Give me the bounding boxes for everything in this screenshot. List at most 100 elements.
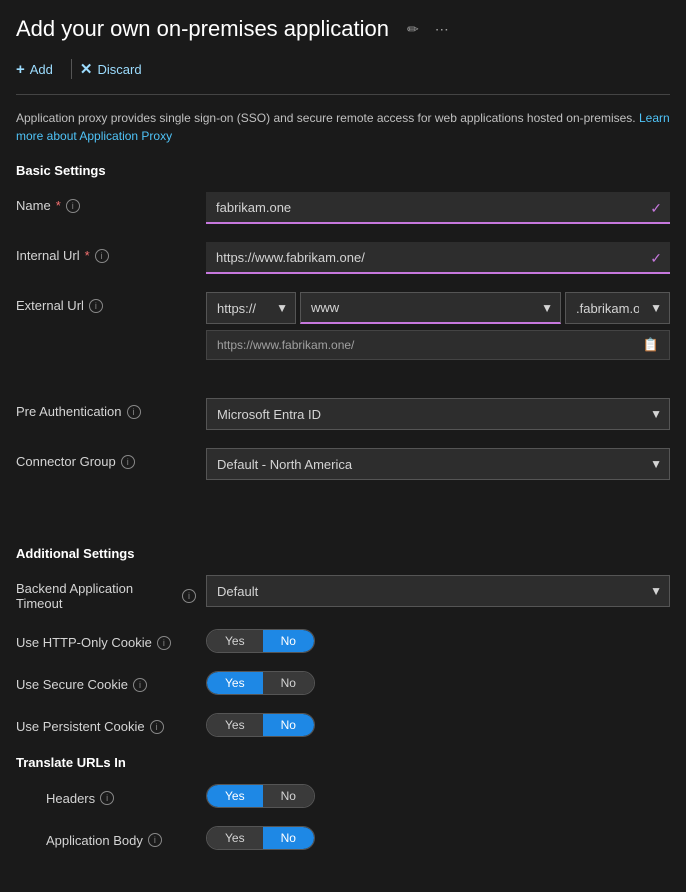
- http-only-yes-button[interactable]: Yes: [207, 630, 263, 652]
- discard-button[interactable]: ✕ Discard: [80, 56, 152, 82]
- body-row: Application Body i Yes No: [16, 826, 670, 850]
- body-yes-button[interactable]: Yes: [207, 827, 263, 849]
- backend-timeout-info-icon[interactable]: i: [182, 589, 196, 603]
- internal-url-info-icon[interactable]: i: [95, 249, 109, 263]
- body-toggle: Yes No: [206, 826, 315, 850]
- backend-timeout-select[interactable]: Default: [206, 575, 670, 607]
- internal-url-input-wrapper: ✓: [206, 242, 670, 274]
- headers-toggle: Yes No: [206, 784, 315, 808]
- http-only-toggle: Yes No: [206, 629, 315, 653]
- external-url-selects: https:// ▼ www ▼ .fabrikam.o... ▼: [206, 292, 670, 324]
- name-row: Name * i ✓: [16, 192, 670, 224]
- spacer-1: [16, 378, 670, 398]
- protocol-select-wrapper: https:// ▼: [206, 292, 296, 324]
- headers-yes-button[interactable]: Yes: [207, 785, 263, 807]
- basic-settings-title: Basic Settings: [16, 163, 670, 178]
- secure-cookie-control: Yes No: [206, 671, 670, 695]
- discard-label: Discard: [97, 62, 141, 77]
- connector-group-info-icon[interactable]: i: [121, 455, 135, 469]
- secure-cookie-yes-button[interactable]: Yes: [207, 672, 263, 694]
- additional-settings-title: Additional Settings: [16, 546, 670, 561]
- backend-timeout-control: Default ▼: [206, 575, 670, 607]
- persistent-cookie-toggle: Yes No: [206, 713, 315, 737]
- external-url-text: https://www.fabrikam.one/: [217, 338, 354, 352]
- headers-info-icon[interactable]: i: [100, 791, 114, 805]
- suffix-select-wrapper: .fabrikam.o... ▼: [565, 292, 670, 324]
- persistent-cookie-label: Use Persistent Cookie i: [16, 713, 196, 734]
- persistent-cookie-row: Use Persistent Cookie i Yes No: [16, 713, 670, 737]
- pre-auth-select-wrapper: Microsoft Entra ID ▼: [206, 398, 670, 430]
- backend-timeout-row: Backend Application Timeout i Default ▼: [16, 575, 670, 611]
- title-actions: ✏ ⋯: [403, 19, 453, 40]
- add-label: Add: [30, 62, 53, 77]
- body-control: Yes No: [206, 826, 670, 850]
- protocol-select[interactable]: https://: [206, 292, 296, 324]
- add-button[interactable]: + Add: [16, 57, 63, 82]
- external-url-control: https:// ▼ www ▼ .fabrikam.o... ▼: [206, 292, 670, 360]
- name-check-icon: ✓: [650, 200, 662, 217]
- backend-timeout-select-wrapper: Default ▼: [206, 575, 670, 607]
- spacer-3: [16, 518, 670, 538]
- persistent-cookie-control: Yes No: [206, 713, 670, 737]
- name-info-icon[interactable]: i: [66, 199, 80, 213]
- name-control: ✓: [206, 192, 670, 224]
- external-url-info-icon[interactable]: i: [89, 299, 103, 313]
- headers-row: Headers i Yes No: [16, 784, 670, 808]
- required-indicator: *: [85, 248, 90, 263]
- pre-auth-label: Pre Authentication i: [16, 398, 196, 419]
- translate-urls-title: Translate URLs In: [16, 755, 670, 770]
- add-icon: +: [16, 61, 25, 78]
- translate-urls-section: Translate URLs In Headers i Yes No Appli…: [16, 755, 670, 850]
- internal-url-check-icon: ✓: [650, 250, 662, 267]
- subdomain-select[interactable]: www: [300, 292, 561, 324]
- name-input[interactable]: [206, 192, 670, 224]
- external-url-display: https://www.fabrikam.one/ 📋: [206, 330, 670, 360]
- name-label: Name * i: [16, 192, 196, 213]
- more-options-icon[interactable]: ⋯: [431, 19, 453, 40]
- body-info-icon[interactable]: i: [148, 833, 162, 847]
- internal-url-label: Internal Url * i: [16, 242, 196, 263]
- http-only-control: Yes No: [206, 629, 670, 653]
- pre-auth-info-icon[interactable]: i: [127, 405, 141, 419]
- body-no-button[interactable]: No: [263, 827, 314, 849]
- persistent-cookie-info-icon[interactable]: i: [150, 720, 164, 734]
- internal-url-row: Internal Url * i ✓: [16, 242, 670, 274]
- secure-cookie-label: Use Secure Cookie i: [16, 671, 196, 692]
- toolbar: + Add ✕ Discard: [16, 56, 670, 95]
- pre-auth-select[interactable]: Microsoft Entra ID: [206, 398, 670, 430]
- spacer-2: [16, 498, 670, 518]
- name-input-wrapper: ✓: [206, 192, 670, 224]
- copy-icon[interactable]: 📋: [643, 337, 659, 353]
- internal-url-control: ✓: [206, 242, 670, 274]
- external-url-row: External Url i https:// ▼ www ▼: [16, 292, 670, 360]
- connector-group-label: Connector Group i: [16, 448, 196, 469]
- internal-url-input[interactable]: [206, 242, 670, 274]
- http-only-no-button[interactable]: No: [263, 630, 314, 652]
- persistent-cookie-yes-button[interactable]: Yes: [207, 714, 263, 736]
- external-url-label: External Url i: [16, 292, 196, 313]
- headers-control: Yes No: [206, 784, 670, 808]
- secure-cookie-info-icon[interactable]: i: [133, 678, 147, 692]
- page-title: Add your own on-premises application: [16, 16, 389, 42]
- persistent-cookie-no-button[interactable]: No: [263, 714, 314, 736]
- pre-auth-control: Microsoft Entra ID ▼: [206, 398, 670, 430]
- discard-icon: ✕: [80, 60, 93, 78]
- http-only-row: Use HTTP-Only Cookie i Yes No: [16, 629, 670, 653]
- backend-timeout-label: Backend Application Timeout i: [16, 575, 196, 611]
- secure-cookie-toggle: Yes No: [206, 671, 315, 695]
- secure-cookie-no-button[interactable]: No: [263, 672, 314, 694]
- page-header: Add your own on-premises application ✏ ⋯: [16, 16, 670, 42]
- pre-auth-row: Pre Authentication i Microsoft Entra ID …: [16, 398, 670, 430]
- pin-icon[interactable]: ✏: [403, 19, 423, 40]
- suffix-select[interactable]: .fabrikam.o...: [565, 292, 670, 324]
- connector-group-select[interactable]: Default - North America: [206, 448, 670, 480]
- page-container: Add your own on-premises application ✏ ⋯…: [0, 0, 686, 892]
- secure-cookie-row: Use Secure Cookie i Yes No: [16, 671, 670, 695]
- subdomain-select-wrapper: www ▼: [300, 292, 561, 324]
- headers-no-button[interactable]: No: [263, 785, 314, 807]
- body-label: Application Body i: [46, 829, 196, 848]
- toolbar-divider: [71, 59, 72, 79]
- info-banner: Application proxy provides single sign-o…: [16, 109, 670, 145]
- connector-group-row: Connector Group i Default - North Americ…: [16, 448, 670, 480]
- http-only-info-icon[interactable]: i: [157, 636, 171, 650]
